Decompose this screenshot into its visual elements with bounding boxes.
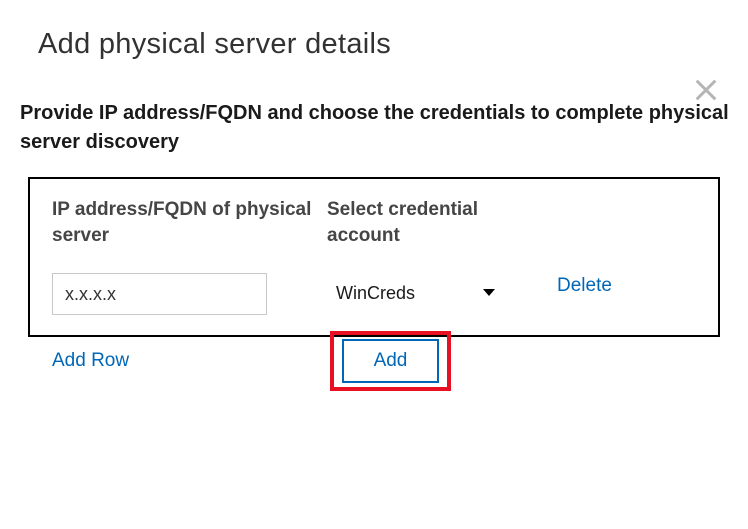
- server-table: IP address/FQDN of physical server Selec…: [28, 177, 720, 337]
- add-row-link[interactable]: Add Row: [52, 350, 129, 372]
- instruction-text: Provide IP address/FQDN and choose the c…: [0, 71, 748, 177]
- close-button[interactable]: [692, 76, 720, 104]
- delete-row-link[interactable]: Delete: [557, 275, 696, 297]
- add-button[interactable]: Add: [342, 339, 440, 383]
- add-button-wrapper: Add: [342, 339, 440, 383]
- dialog-header: Add physical server details: [0, 0, 748, 71]
- credential-select[interactable]: WinCreds: [327, 273, 507, 313]
- close-icon: [692, 76, 720, 104]
- credential-column-header: Select credential account: [327, 197, 547, 259]
- ip-fqdn-input[interactable]: [52, 273, 267, 315]
- page-title: Add physical server details: [38, 28, 710, 61]
- ip-column-header: IP address/FQDN of physical server: [52, 197, 317, 259]
